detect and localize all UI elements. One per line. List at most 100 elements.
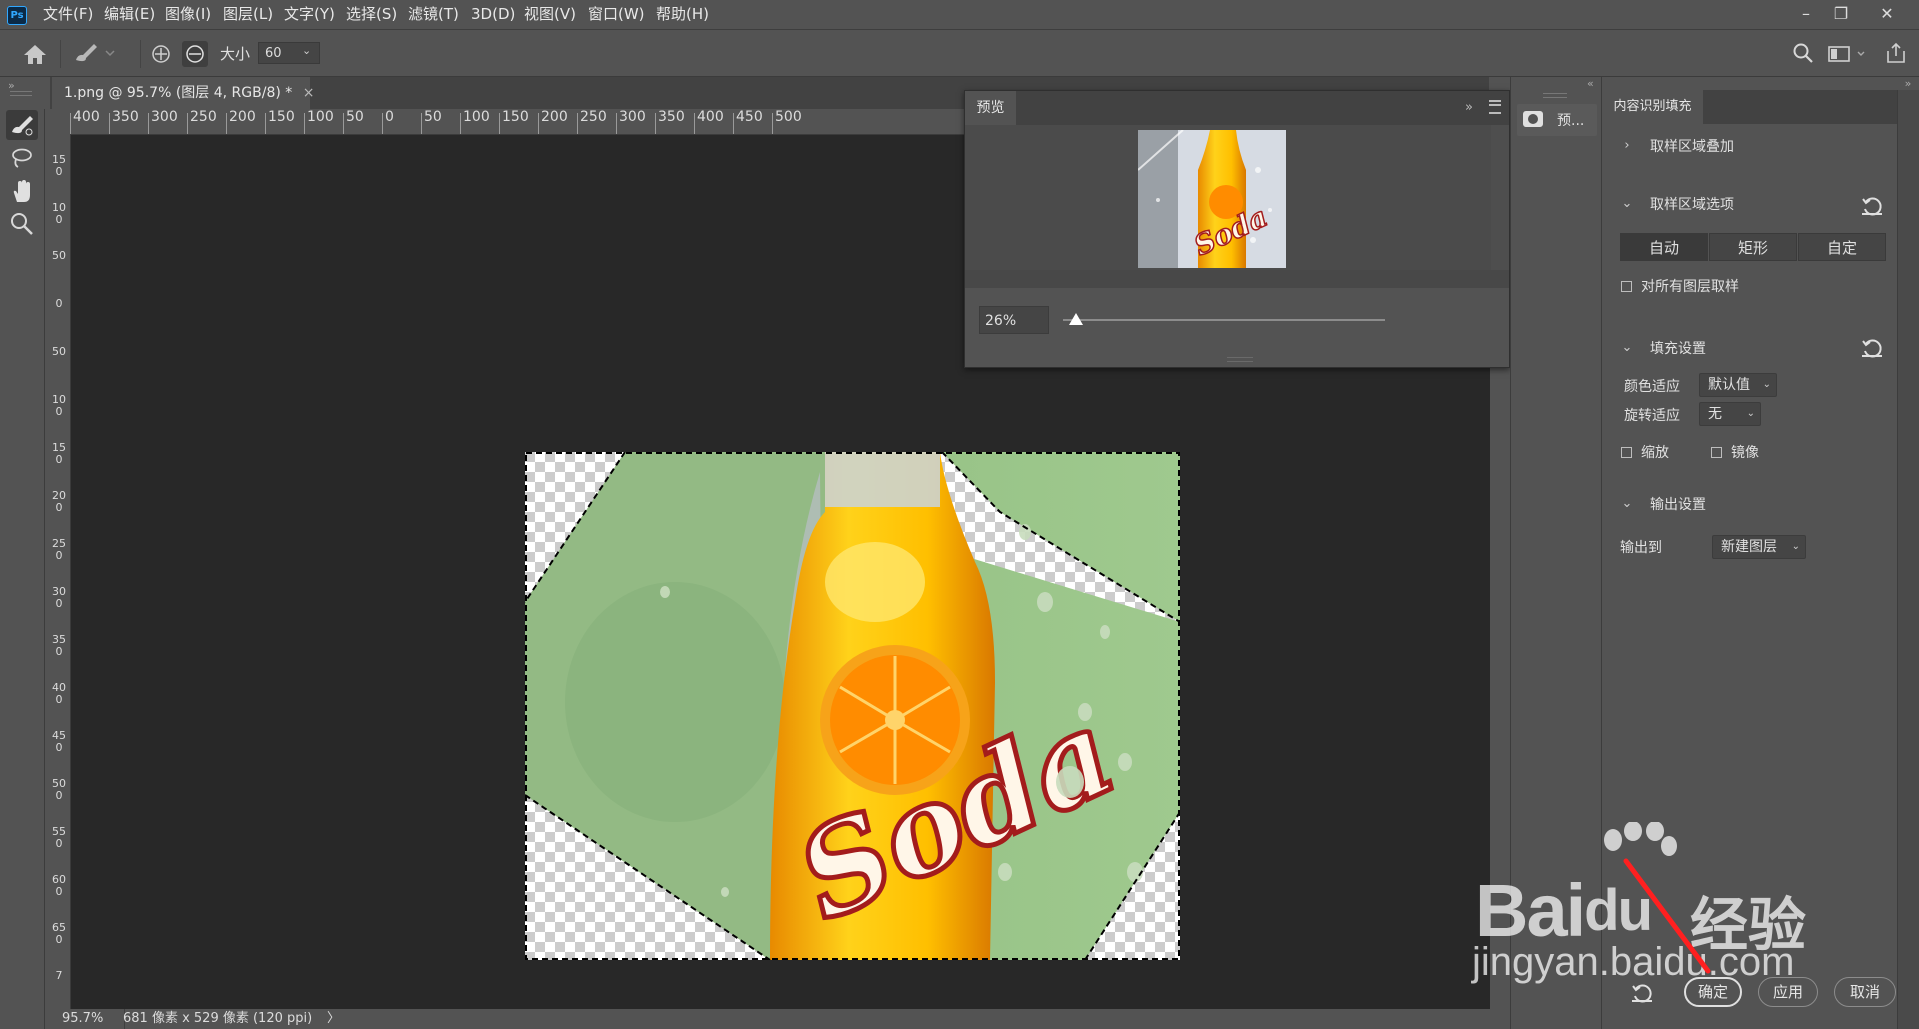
brush-preset-icon[interactable] xyxy=(72,40,118,66)
ruler-tick-label: 50 xyxy=(421,109,442,134)
chevron-down-icon[interactable]: ⌄ xyxy=(302,44,316,62)
preview-zoom-input[interactable]: 26% xyxy=(979,306,1049,334)
sampling-brush-tool[interactable] xyxy=(6,110,38,140)
drag-handle-icon[interactable] xyxy=(1543,93,1567,98)
sampling-custom-button[interactable]: 自定 xyxy=(1798,233,1886,261)
reset-icon[interactable] xyxy=(1860,194,1884,218)
output-to-dropdown[interactable]: 新建图层 ⌄ xyxy=(1712,535,1806,559)
close-tab-icon[interactable]: × xyxy=(303,85,315,101)
size-label: 大小 xyxy=(220,45,251,63)
right-panel-scrollbar[interactable] xyxy=(1897,90,1919,1029)
color-adapt-dropdown[interactable]: 默认值 ⌄ xyxy=(1699,373,1777,397)
collapse-arrows-icon[interactable] xyxy=(44,77,50,109)
menu-file[interactable]: 文件(F) xyxy=(43,0,93,29)
drag-handle-icon[interactable] xyxy=(10,91,32,96)
section-fill-settings[interactable]: 填充设置 xyxy=(1650,338,1706,358)
menu-edit[interactable]: 编辑(E) xyxy=(104,0,155,29)
section-sampling-options[interactable]: 取样区域选项 xyxy=(1650,194,1734,214)
collapsed-preview-label: 预... xyxy=(1557,113,1585,129)
preview-thumbnail: Soda xyxy=(1138,130,1286,268)
preview-zoom-slider-track[interactable] xyxy=(1063,319,1385,321)
document-tab[interactable]: 1.png @ 95.7% (图层 4, RGB/8) * × xyxy=(52,77,314,109)
status-document-info: 681 像素 x 529 像素 (120 ppi) xyxy=(123,1011,313,1026)
section-output-settings[interactable]: 输出设置 xyxy=(1650,494,1706,514)
rotation-adapt-dropdown[interactable]: 无 ⌄ xyxy=(1699,402,1761,426)
add-to-sample-icon[interactable] xyxy=(150,43,172,65)
sampling-rectangle-button[interactable]: 矩形 xyxy=(1709,233,1797,261)
scale-checkbox[interactable] xyxy=(1621,447,1632,458)
preview-vertical-scrollbar[interactable] xyxy=(1491,125,1509,270)
menu-help[interactable]: 帮助(H) xyxy=(656,0,709,29)
ruler-tick-label: 0 xyxy=(382,109,394,134)
close-window-button[interactable]: ✕ xyxy=(1872,2,1902,26)
resize-handle-icon[interactable] xyxy=(1227,357,1253,362)
search-icon[interactable] xyxy=(1792,42,1814,64)
content-aware-fill-tab[interactable]: 内容识别填充 xyxy=(1602,90,1703,124)
ruler-tick-label: 150 xyxy=(52,441,66,466)
ruler-tick-label: 500 xyxy=(772,109,802,134)
status-zoom[interactable]: 95.7% xyxy=(62,1009,103,1029)
ruler-tick-label: 350 xyxy=(655,109,685,134)
preview-area[interactable]: Soda xyxy=(965,125,1491,270)
ruler-tick-label: 100 xyxy=(304,109,334,134)
menu-view[interactable]: 视图(V) xyxy=(524,0,576,29)
menu-3d[interactable]: 3D(D) xyxy=(471,0,515,29)
menu-layer[interactable]: 图层(L) xyxy=(223,0,273,29)
document-image[interactable]: Soda xyxy=(524,451,1181,961)
share-icon[interactable] xyxy=(1885,42,1907,64)
preview-tab-bar xyxy=(965,91,1509,125)
preview-tab[interactable]: 预览 xyxy=(965,91,1016,125)
vertical-ruler: 2001501005005010015020025030035040045050… xyxy=(49,134,71,1009)
ruler-tick-label: 300 xyxy=(148,109,178,134)
chevron-down-icon[interactable]: ⌄ xyxy=(1620,340,1634,355)
scale-label: 缩放 xyxy=(1641,445,1669,461)
preview-panel: 预览 » Soda 26% xyxy=(964,90,1510,368)
ruler-tick-label: 350 xyxy=(52,633,66,658)
menu-window[interactable]: 窗口(W) xyxy=(588,0,645,29)
collapse-panel-icon[interactable]: » xyxy=(1465,100,1473,115)
red-annotation-arrow xyxy=(1620,855,1720,980)
hand-tool[interactable] xyxy=(6,176,38,206)
panel-menu-icon[interactable] xyxy=(1489,100,1501,114)
menu-filter[interactable]: 滤镜(T) xyxy=(408,0,459,29)
preview-horizontal-scrollbar[interactable] xyxy=(965,270,1509,288)
ruler-tick-label: 500 xyxy=(52,777,66,802)
mirror-checkbox[interactable] xyxy=(1711,447,1722,458)
preview-icon xyxy=(1523,111,1543,127)
document-tab-title: 1.png @ 95.7% (图层 4, RGB/8) * xyxy=(64,85,293,101)
subtract-from-sample-icon[interactable] xyxy=(182,41,208,67)
expand-dock-icon[interactable]: « xyxy=(1587,77,1594,90)
ruler-tick-label: 100 xyxy=(52,201,66,226)
collapsed-preview-button[interactable]: 预... xyxy=(1517,104,1597,136)
ruler-tick-label: 200 xyxy=(538,109,568,134)
reset-icon[interactable] xyxy=(1860,336,1884,360)
sample-all-layers-checkbox[interactable] xyxy=(1621,281,1632,292)
color-adapt-value: 默认值 xyxy=(1708,377,1750,393)
ruler-tick-label: 250 xyxy=(52,537,66,562)
chevron-down-icon: ⌄ xyxy=(1746,408,1755,419)
home-icon[interactable] xyxy=(22,42,48,66)
ruler-tick-label: 300 xyxy=(616,109,646,134)
section-sampling-overlay[interactable]: 取样区域叠加 xyxy=(1650,136,1734,156)
menu-type[interactable]: 文字(Y) xyxy=(284,0,335,29)
chevron-down-icon[interactable]: ⌄ xyxy=(1620,496,1634,511)
lasso-tool[interactable] xyxy=(6,143,38,173)
restore-button[interactable]: ❐ xyxy=(1826,2,1856,26)
zoom-tool[interactable] xyxy=(6,209,38,239)
preview-zoom-slider-thumb[interactable] xyxy=(1068,313,1083,325)
ruler-tick-label: 100 xyxy=(52,393,66,418)
ruler-tick-label: 200 xyxy=(226,109,256,134)
expand-right-icon[interactable]: » xyxy=(1897,77,1919,90)
ruler-tick-label: 150 xyxy=(52,153,66,178)
chevron-down-icon[interactable]: ⌄ xyxy=(1620,196,1634,211)
status-arrow-icon[interactable]: 〉 xyxy=(327,1009,340,1029)
sampling-auto-button[interactable]: 自动 xyxy=(1620,233,1708,261)
chevron-right-icon[interactable]: › xyxy=(1620,138,1634,153)
menu-select[interactable]: 选择(S) xyxy=(346,0,397,29)
minimize-button[interactable]: – xyxy=(1791,2,1821,26)
cancel-button[interactable]: 取消 xyxy=(1834,977,1896,1007)
output-to-label: 输出到 xyxy=(1620,540,1662,556)
menu-image[interactable]: 图像(I) xyxy=(165,0,211,29)
workspace-icon[interactable] xyxy=(1828,44,1870,64)
ruler-tick-label: 50 xyxy=(52,345,66,358)
